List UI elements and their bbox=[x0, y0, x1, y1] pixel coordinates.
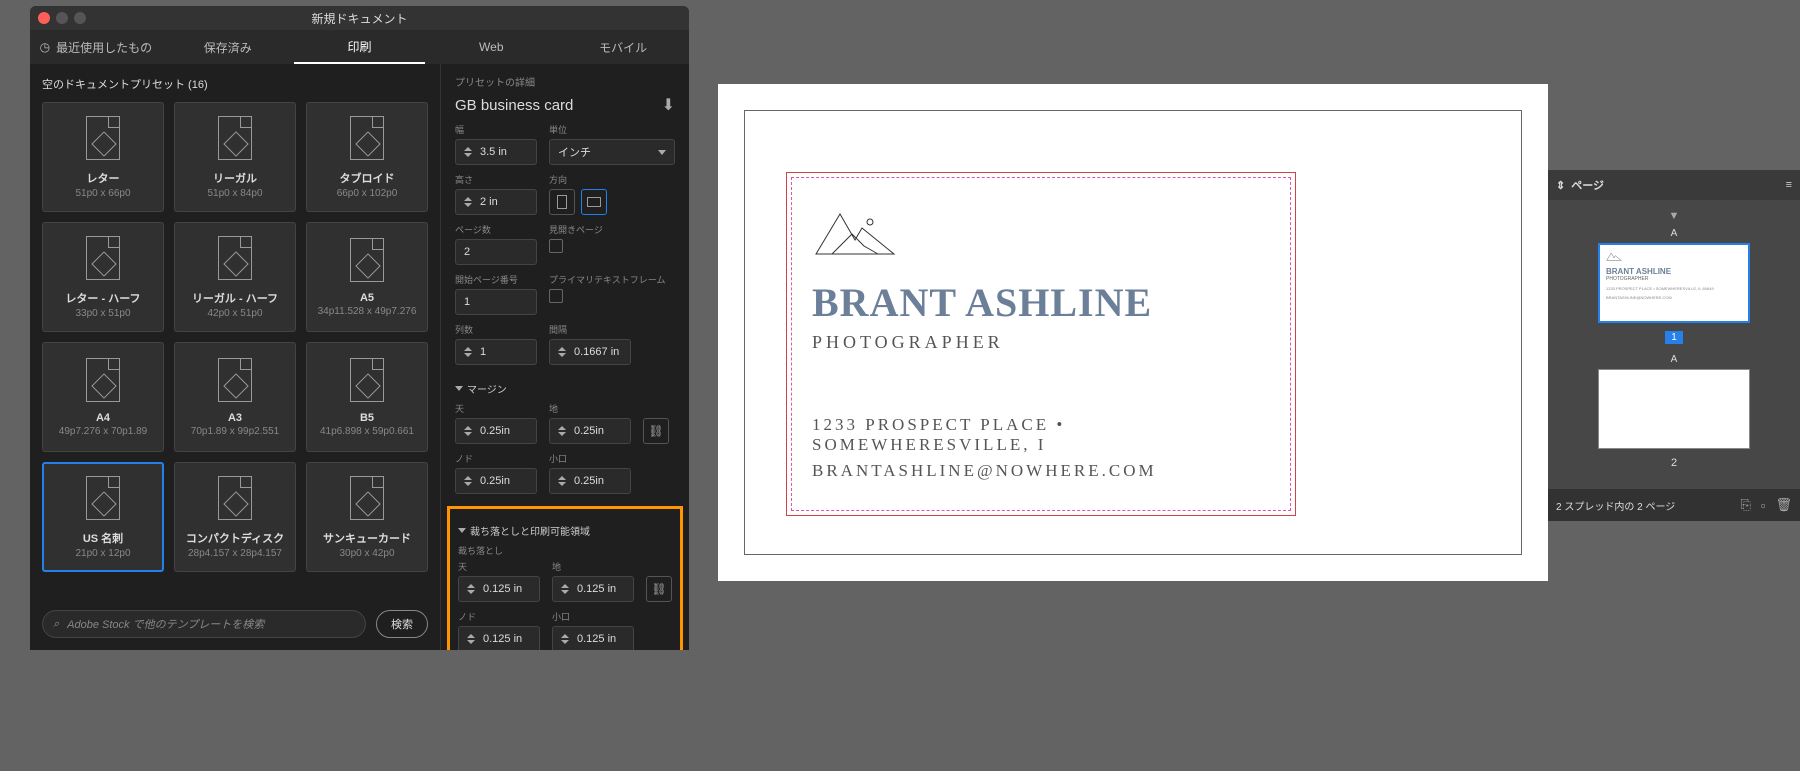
margin-outside-input[interactable]: 0.25in bbox=[549, 468, 631, 494]
bleed-outside-input[interactable]: 0.125 in bbox=[552, 626, 634, 650]
preset-a5[interactable]: A534p11.528 x 49p7.276 bbox=[306, 222, 428, 332]
document-canvas[interactable]: BRANT ASHLINE PHOTOGRAPHER 1233 PROSPECT… bbox=[718, 84, 1548, 581]
preset-us-business-card[interactable]: US 名刺21p0 x 12p0 bbox=[42, 462, 164, 572]
tab-web[interactable]: Web bbox=[425, 30, 557, 64]
pages-panel-footer: 2 スプレッド内の 2 ページ ⎘ ▫ 🗑 bbox=[1548, 489, 1800, 521]
width-input[interactable]: 3.5 in bbox=[455, 139, 537, 165]
chevron-down-icon bbox=[455, 386, 463, 391]
page-thumb-1[interactable]: BRANT ASHLINE PHOTOGRAPHER 1233 PROSPECT… bbox=[1598, 243, 1750, 323]
pages-input[interactable]: 2 bbox=[455, 239, 537, 265]
stock-search-input[interactable]: ⌕ Adobe Stock で他のテンプレートを検索 bbox=[42, 610, 366, 638]
preset-thank-you-card[interactable]: サンキューカード30p0 x 42p0 bbox=[306, 462, 428, 572]
master-label: A bbox=[1562, 228, 1786, 239]
tab-print[interactable]: 印刷 bbox=[294, 30, 426, 64]
clock-icon: ◷ bbox=[40, 40, 50, 54]
business-card-content: BRANT ASHLINE PHOTOGRAPHER 1233 PROSPECT… bbox=[792, 178, 1290, 507]
orientation-portrait-button[interactable] bbox=[549, 189, 575, 215]
preset-tabloid[interactable]: タブロイド66p0 x 102p0 bbox=[306, 102, 428, 212]
preset-compact-disc[interactable]: コンパクトディスク28p4.157 x 28p4.157 bbox=[174, 462, 296, 572]
bleed-section-highlight: 裁ち落としと印刷可能領域 裁ち落とし 天0.125 in 地0.125 in ⛓… bbox=[447, 506, 683, 650]
chevron-down-icon bbox=[658, 150, 666, 155]
bleed-section-header[interactable]: 裁ち落としと印刷可能領域 bbox=[458, 523, 672, 538]
titlebar: 新規ドキュメント bbox=[30, 6, 689, 30]
panel-menu-icon[interactable]: ≡ bbox=[1786, 179, 1792, 191]
expand-icon: ⇕ bbox=[1556, 179, 1565, 192]
preset-list-pane: 空のドキュメントプリセット (16) レター51p0 x 66p0 リーガル51… bbox=[30, 64, 440, 650]
preset-a4[interactable]: A449p7.276 x 70p1.89 bbox=[42, 342, 164, 452]
primary-text-frame-checkbox[interactable] bbox=[549, 289, 563, 303]
window-title: 新規ドキュメント bbox=[30, 10, 689, 27]
margin-inside-input[interactable]: 0.25in bbox=[455, 468, 537, 494]
start-page-input[interactable]: 1 bbox=[455, 289, 537, 315]
mountain-logo-icon bbox=[1606, 251, 1622, 261]
orientation-landscape-button[interactable] bbox=[581, 189, 607, 215]
page-number-1: 1 bbox=[1665, 331, 1683, 344]
margin-section-header[interactable]: マージン bbox=[455, 381, 675, 396]
search-icon: ⌕ bbox=[53, 618, 59, 631]
save-preset-icon[interactable]: ⬇ bbox=[662, 95, 675, 115]
page-number-2: 2 bbox=[1671, 457, 1677, 469]
search-go-button[interactable]: 検索 bbox=[376, 610, 428, 638]
facing-pages-checkbox[interactable] bbox=[549, 239, 563, 253]
bleed-top-input[interactable]: 0.125 in bbox=[458, 576, 540, 602]
edit-page-size-icon[interactable]: ⎘ bbox=[1740, 497, 1750, 513]
section-title: 空のドキュメントプリセット (16) bbox=[42, 76, 428, 92]
bleed-bottom-input[interactable]: 0.125 in bbox=[552, 576, 634, 602]
preset-legal[interactable]: リーガル51p0 x 84p0 bbox=[174, 102, 296, 212]
master-label-2: A bbox=[1562, 354, 1786, 365]
preset-a3[interactable]: A370p1.89 x 99p2.551 bbox=[174, 342, 296, 452]
card-address: 1233 PROSPECT PLACE • SOMEWHERESVILLE, I bbox=[812, 415, 1270, 455]
preset-name-field[interactable]: GB business card bbox=[455, 97, 573, 114]
margin-bottom-input[interactable]: 0.25in bbox=[549, 418, 631, 444]
category-tabs: ◷ 最近使用したもの 保存済み 印刷 Web モバイル bbox=[30, 30, 689, 64]
tab-mobile[interactable]: モバイル bbox=[557, 30, 689, 64]
card-subtitle: PHOTOGRAPHER bbox=[812, 332, 1270, 353]
pages-panel: ⇕ ページ ≡ ▼ A BRANT ASHLINE PHOTOGRAPHER 1… bbox=[1548, 170, 1800, 521]
mountain-logo-icon bbox=[812, 204, 898, 256]
units-dropdown[interactable]: インチ bbox=[549, 139, 675, 165]
chevron-down-icon bbox=[458, 528, 466, 533]
preset-letter[interactable]: レター51p0 x 66p0 bbox=[42, 102, 164, 212]
spread-count-label: 2 スプレッド内の 2 ページ bbox=[1556, 498, 1675, 513]
columns-input[interactable]: 1 bbox=[455, 339, 537, 365]
page-thumb-2[interactable] bbox=[1598, 369, 1750, 449]
bleed-inside-input[interactable]: 0.125 in bbox=[458, 626, 540, 650]
height-input[interactable]: 2 in bbox=[455, 189, 537, 215]
gutter-input[interactable]: 0.1667 in bbox=[549, 339, 631, 365]
details-header: プリセットの詳細 bbox=[455, 74, 675, 89]
card-title: BRANT ASHLINE bbox=[812, 279, 1270, 326]
pages-panel-header[interactable]: ⇕ ページ ≡ bbox=[1548, 170, 1800, 200]
master-arrow-icon: ▼ bbox=[1562, 210, 1786, 222]
delete-page-icon[interactable]: 🗑 bbox=[1775, 497, 1792, 513]
preset-b5[interactable]: B541p6.898 x 59p0.661 bbox=[306, 342, 428, 452]
bleed-guide: BRANT ASHLINE PHOTOGRAPHER 1233 PROSPECT… bbox=[786, 172, 1296, 516]
preset-letter-half[interactable]: レター - ハーフ33p0 x 51p0 bbox=[42, 222, 164, 332]
new-document-dialog: 新規ドキュメント ◷ 最近使用したもの 保存済み 印刷 Web モバイル 空のド… bbox=[30, 6, 689, 650]
link-margins-button[interactable]: ⛓ bbox=[643, 418, 669, 444]
preset-details-pane: プリセットの詳細 GB business card ⬇ 幅 3.5 in 単位 … bbox=[440, 64, 689, 650]
tab-recent[interactable]: ◷ 最近使用したもの bbox=[30, 30, 162, 64]
page-boundary: BRANT ASHLINE PHOTOGRAPHER 1233 PROSPECT… bbox=[791, 177, 1291, 511]
new-page-icon[interactable]: ▫ bbox=[1761, 498, 1766, 513]
link-bleed-button[interactable]: ⛓ bbox=[646, 576, 672, 602]
preset-grid: レター51p0 x 66p0 リーガル51p0 x 84p0 タブロイド66p0… bbox=[42, 102, 428, 572]
tab-saved[interactable]: 保存済み bbox=[162, 30, 294, 64]
margin-top-input[interactable]: 0.25in bbox=[455, 418, 537, 444]
preset-legal-half[interactable]: リーガル - ハーフ42p0 x 51p0 bbox=[174, 222, 296, 332]
card-email: BRANTASHLINE@NOWHERE.COM bbox=[812, 461, 1270, 481]
